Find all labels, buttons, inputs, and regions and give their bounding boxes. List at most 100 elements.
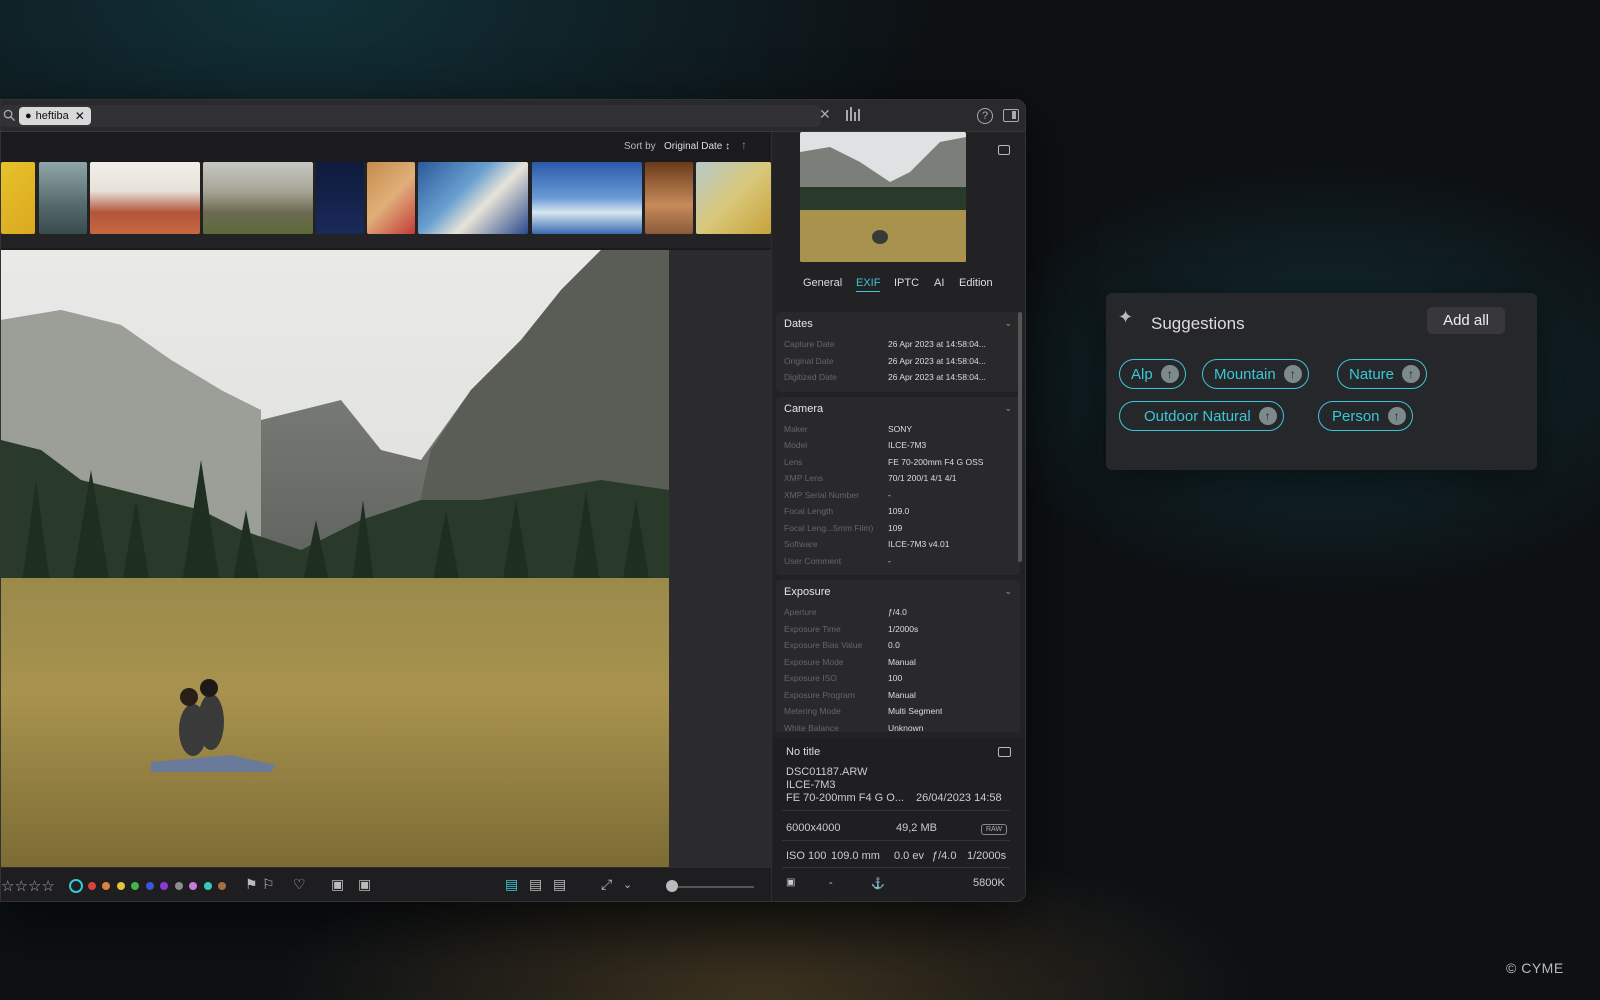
exif-value: ILCE-7M3 (888, 440, 927, 451)
color-label-dot[interactable] (160, 882, 168, 890)
tab-exif[interactable]: EXIF (856, 277, 881, 292)
thumbnail[interactable] (696, 162, 771, 234)
clear-search-icon[interactable]: ✕ (819, 106, 831, 123)
color-label-dot[interactable] (175, 882, 183, 890)
sort-dropdown[interactable]: Original Date ↕ (664, 141, 730, 152)
thumbnail[interactable] (532, 162, 642, 234)
exif-value: 100 (888, 673, 903, 684)
reject-flag-icon[interactable]: ⚐ (262, 876, 275, 893)
zoom-slider-knob[interactable] (666, 880, 678, 892)
tab-edition[interactable]: Edition (959, 277, 993, 289)
suggestion-chip-person[interactable]: Person ↑ (1318, 401, 1413, 431)
chevron-down-icon[interactable]: ⌄ (1004, 403, 1012, 415)
chevron-down-icon[interactable]: ⌄ (1004, 318, 1012, 330)
color-label-dot[interactable] (146, 882, 154, 890)
image-viewer (1, 250, 771, 867)
tab-general[interactable]: General (803, 277, 842, 289)
white-balance-value: 5800K (973, 877, 1005, 889)
focal-length: 109.0 mm (831, 850, 880, 862)
search-token-label: heftiba (35, 110, 69, 122)
color-label-dot[interactable] (69, 879, 83, 893)
suggestion-chip-nature[interactable]: Nature ↑ (1337, 359, 1428, 389)
open-info-icon[interactable] (998, 747, 1011, 757)
suggestions-panel: ✦ Suggestions Add all Alp ↑ Mountain ↑ N… (1106, 293, 1537, 470)
color-label-dot[interactable] (218, 882, 226, 890)
heart-icon[interactable]: ♡ (293, 876, 306, 893)
scrollbar[interactable] (1018, 312, 1022, 562)
chip-label: Person (1332, 407, 1380, 425)
divider (782, 867, 1010, 868)
exif-row: Lens FE 70-200mm F4 G OSS (784, 454, 1012, 471)
suggestion-chip-outdoor-natural[interactable]: Outdoor Natural ↑ (1119, 401, 1284, 431)
exif-value: Manual (888, 689, 916, 700)
color-label-dot[interactable] (189, 882, 197, 890)
exif-key: Metering Mode (784, 706, 841, 717)
filmstrip-layout-icon[interactable]: ▤ (529, 876, 542, 893)
exif-value: - (888, 555, 891, 566)
exif-value: ƒ/4.0 (888, 607, 907, 618)
chevron-down-icon[interactable]: ⌄ (623, 878, 632, 891)
arrow-up-icon[interactable]: ↑ (1258, 407, 1277, 425)
sidebar-toggle-icon[interactable] (1003, 109, 1019, 122)
face-detect-icon[interactable]: ▣ (331, 876, 344, 893)
exif-key: Lens (784, 456, 803, 467)
arrow-up-icon[interactable]: ↑ (1387, 407, 1406, 425)
color-label-dot[interactable] (117, 882, 125, 890)
arrow-up-icon[interactable]: ↑ (1283, 365, 1302, 383)
exif-value: 70/1 200/1 4/1 4/1 (888, 473, 957, 484)
section-header[interactable]: Dates ⌄ (784, 318, 1012, 330)
thumbnail[interactable] (645, 162, 693, 234)
arrow-up-icon[interactable]: ↑ (1160, 365, 1179, 383)
section-header[interactable]: Camera ⌄ (784, 403, 1012, 415)
auto-layout-icon[interactable]: ▤ (505, 876, 518, 893)
search-token[interactable]: ● heftiba ✕ (19, 107, 91, 125)
arrow-up-icon[interactable]: ↑ (1402, 365, 1421, 383)
exif-key: Exposure Bias Value (784, 640, 863, 651)
thumbnail[interactable] (39, 162, 87, 234)
exif-value: Unknown (888, 722, 924, 732)
exif-key: Exposure ISO (784, 673, 837, 684)
exif-key: User Comment (784, 555, 842, 566)
dimensions: 6000x4000 (786, 822, 841, 834)
section-header[interactable]: Exposure ⌄ (784, 586, 1012, 598)
histogram-icon[interactable] (845, 106, 861, 122)
suggestion-chip-alp[interactable]: Alp ↑ (1119, 359, 1186, 389)
sort-direction-icon[interactable]: ↑ (741, 138, 747, 152)
thumbnail[interactable] (316, 162, 364, 234)
chevron-down-icon[interactable]: ⌄ (1004, 586, 1012, 598)
zoom-slider-track[interactable] (671, 886, 754, 888)
help-icon[interactable]: ? (977, 108, 993, 124)
exif-row: XMP Lens 70/1 200/1 4/1 4/1 (784, 470, 1012, 487)
color-label-dot[interactable] (102, 882, 110, 890)
exif-key: Exposure Program (784, 689, 855, 700)
thumbnail[interactable] (90, 162, 200, 234)
app-window: ● heftiba ✕ ✕ ? Sort by Original Date ↕ … (0, 99, 1026, 902)
tab-ai[interactable]: AI (934, 277, 944, 289)
search-input[interactable]: ● heftiba ✕ (1, 105, 821, 127)
exif-value: 1/2000s (888, 623, 919, 634)
section-title: Camera (784, 402, 824, 415)
tab-iptc[interactable]: IPTC (894, 277, 919, 289)
exif-row: Exposure Time 1/2000s (784, 621, 1012, 638)
exif-value: 26 Apr 2023 at 14:58:04... (888, 372, 986, 383)
color-label-dot[interactable] (88, 882, 96, 890)
exif-key: Focal Length (784, 506, 834, 517)
color-label-dot[interactable] (131, 882, 139, 890)
exif-value: SONY (888, 423, 913, 434)
flag-icon[interactable]: ⚑ (245, 876, 258, 893)
add-all-button[interactable]: Add all (1427, 307, 1505, 334)
fit-icon[interactable]: ⤢ (601, 876, 612, 893)
color-label-dot[interactable] (204, 882, 212, 890)
suggestion-chip-mountain[interactable]: Mountain ↑ (1202, 359, 1309, 389)
remove-token-icon[interactable]: ✕ (75, 109, 85, 123)
grid-layout-icon[interactable]: ▤ (553, 876, 566, 893)
thumbnail[interactable] (418, 162, 528, 234)
open-preview-icon[interactable] (998, 145, 1010, 155)
section-title: Dates (784, 318, 813, 330)
thumbnail[interactable] (203, 162, 313, 234)
person-detect-icon[interactable]: ▣ (358, 876, 371, 893)
rating-stars[interactable]: ☆☆☆☆ (1, 877, 55, 895)
thumbnail[interactable] (367, 162, 415, 234)
exif-row: Exposure ISO 100 (784, 670, 1012, 687)
thumbnail[interactable] (1, 162, 35, 234)
